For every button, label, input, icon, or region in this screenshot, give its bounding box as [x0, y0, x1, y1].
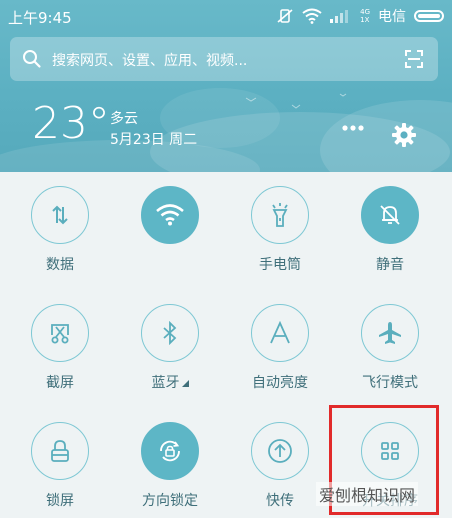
- tile-label: 静音: [376, 257, 404, 273]
- expand-arrow-icon[interactable]: [181, 380, 189, 387]
- network-type: 4G 1X: [360, 8, 370, 24]
- tile-label: 锁屏: [46, 493, 74, 509]
- weather-date: 5月23日 周二: [110, 132, 198, 148]
- tile-airplane[interactable]: 飞行模式: [335, 290, 445, 400]
- search-icon: [23, 50, 41, 68]
- flashlight-icon: [272, 203, 288, 227]
- tile-label: 手电筒: [259, 257, 301, 273]
- screenshot-toggle[interactable]: [31, 304, 89, 362]
- weather-condition: 多云: [110, 111, 138, 127]
- bluetooth-icon: [163, 321, 177, 345]
- tile-label: 数据: [46, 257, 74, 273]
- tile-label: 自动亮度: [252, 375, 308, 391]
- watermark: 爱刨根知识网: [316, 482, 419, 506]
- upload-icon: [268, 439, 292, 463]
- tile-label: 飞行模式: [362, 375, 418, 391]
- lock-screen-toggle[interactable]: [31, 422, 89, 480]
- wifi-toggle[interactable]: [141, 186, 199, 244]
- wifi-icon: [156, 204, 184, 226]
- status-bar: 上午9:45 4G 1X 电信: [0, 0, 452, 32]
- tile-rotation-lock[interactable]: 方向锁定: [115, 408, 225, 518]
- clock: 上午9:45: [8, 9, 72, 27]
- mute-vibrate-icon: [277, 9, 293, 23]
- flashlight-toggle[interactable]: [251, 186, 309, 244]
- gear-icon[interactable]: [391, 122, 417, 148]
- airplane-toggle[interactable]: [361, 304, 419, 362]
- tile-label: 截屏: [46, 375, 74, 391]
- battery-icon: [414, 10, 444, 22]
- tile-wifi[interactable]: [115, 172, 225, 282]
- search-placeholder: 搜索网页、设置、应用、视频...: [52, 53, 248, 69]
- tile-label: 蓝牙: [115, 372, 225, 392]
- tile-flashlight[interactable]: 手电筒: [225, 172, 335, 282]
- temperature: 23°: [32, 98, 110, 149]
- auto-brightness-icon: [270, 321, 290, 344]
- quick-transfer-toggle[interactable]: [251, 422, 309, 480]
- data-arrows-icon: [52, 205, 68, 225]
- tile-lock-screen[interactable]: 锁屏: [5, 408, 115, 518]
- wifi-signal-icon: [302, 8, 322, 24]
- airplane-icon: [379, 322, 401, 344]
- tile-auto-brightness[interactable]: 自动亮度: [225, 290, 335, 400]
- notification-header: 上午9:45 4G 1X 电信 搜索网页、设置、应用、视频... 23° 多云 …: [0, 0, 452, 172]
- tile-data[interactable]: 数据: [5, 172, 115, 282]
- tile-screenshot[interactable]: 截屏: [5, 290, 115, 400]
- tile-label: 方向锁定: [142, 493, 198, 509]
- status-icons: 4G 1X 电信: [268, 6, 444, 26]
- more-icon[interactable]: [341, 124, 365, 132]
- scan-icon[interactable]: [404, 49, 424, 69]
- tile-bluetooth[interactable]: 蓝牙: [115, 290, 225, 400]
- carrier-name: 电信: [378, 9, 406, 25]
- auto-brightness-toggle[interactable]: [251, 304, 309, 362]
- screenshot-scissors-icon: [51, 324, 69, 344]
- rotation-lock-toggle[interactable]: [141, 422, 199, 480]
- bell-muted-icon: [380, 205, 400, 225]
- rotation-lock-icon: [160, 440, 180, 462]
- lock-icon: [51, 440, 69, 462]
- mute-toggle[interactable]: [361, 186, 419, 244]
- cell-signal-icon: [330, 10, 349, 23]
- data-toggle[interactable]: [31, 186, 89, 244]
- bluetooth-toggle[interactable]: [141, 304, 199, 362]
- tile-mute[interactable]: 静音: [335, 172, 445, 282]
- search-bar[interactable]: 搜索网页、设置、应用、视频...: [10, 37, 438, 81]
